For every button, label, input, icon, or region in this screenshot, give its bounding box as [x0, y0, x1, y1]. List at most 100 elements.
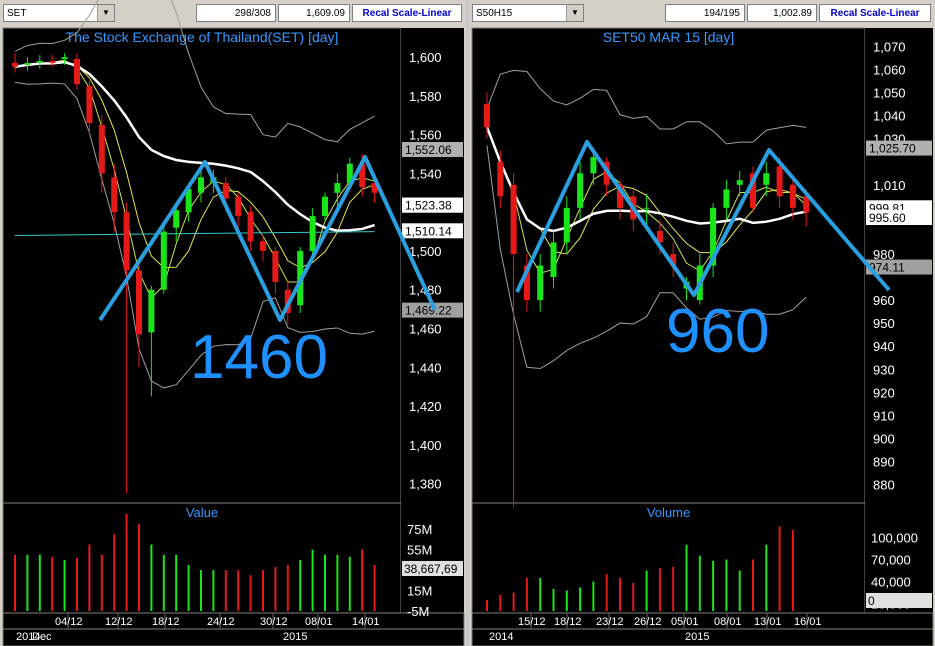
- left-chart-canvas[interactable]: The Stock Exchange of Thailand(SET) [day…: [0, 0, 466, 646]
- left-chart-panel: SET ▼ 298/308 1,609.09 Recal Scale-Linea…: [0, 0, 466, 646]
- sub-tick-label: -5M: [407, 604, 429, 619]
- price-tag-label: 1,523.38: [405, 199, 452, 213]
- candle-body: [136, 270, 142, 335]
- candle-body: [123, 212, 130, 271]
- month-label: 2015: [283, 631, 307, 643]
- candle-body: [235, 196, 242, 217]
- price-tick-label: 1,070: [873, 39, 906, 54]
- candle-body: [198, 177, 204, 193]
- candle-body: [789, 184, 796, 208]
- price-tick-label: 1,600: [409, 50, 442, 65]
- date-tick-label: 13/01: [754, 616, 782, 628]
- price-tick-label: 910: [873, 408, 895, 423]
- candle-body: [322, 196, 328, 217]
- sub-chart-title: Value: [186, 505, 218, 520]
- candle-body: [590, 157, 597, 174]
- candle-body: [160, 231, 167, 290]
- annotation-label: 1460: [190, 323, 328, 392]
- candle-body: [148, 289, 155, 333]
- price-tick-label: 1,060: [873, 63, 906, 78]
- date-tick-label: 05/01: [671, 616, 699, 628]
- price-tick-label: 1,400: [409, 438, 442, 453]
- date-tick-label: 08/01: [305, 616, 333, 628]
- price-tick-label: 1,050: [873, 86, 906, 101]
- date-tick-label: 12/12: [105, 616, 133, 628]
- price-tick-label: 900: [873, 431, 895, 446]
- price-tick-label: 890: [873, 454, 895, 469]
- candle-body: [550, 242, 557, 278]
- candle-body: [74, 59, 80, 85]
- sub-chart-title: Volume: [647, 505, 690, 520]
- candle-body: [510, 184, 517, 254]
- candle-body: [260, 241, 266, 251]
- price-tick-label: 1,580: [409, 89, 442, 104]
- price-tick-label: 920: [873, 385, 895, 400]
- sub-tag-label: 38,667,69: [404, 562, 458, 576]
- date-tick-label: 18/12: [152, 616, 180, 628]
- candle-body: [61, 57, 68, 60]
- date-tick-label: 23/12: [596, 616, 624, 628]
- candle-body: [86, 86, 93, 123]
- candle-body: [577, 173, 584, 208]
- date-tick-label: 18/12: [554, 616, 582, 628]
- chart-title: The Stock Exchange of Thailand(SET) [day…: [66, 29, 339, 45]
- sub-tick-label: 100,000: [871, 530, 918, 545]
- month-axis-area: [2, 628, 465, 646]
- candle-body: [49, 60, 56, 63]
- candle-body: [98, 124, 105, 174]
- candle-body: [334, 183, 341, 193]
- price-tag-label: 1,025.70: [869, 142, 916, 156]
- date-tick-label: 26/12: [634, 616, 662, 628]
- price-tick-label: 1,010: [873, 178, 906, 193]
- month-label: 2015: [685, 631, 709, 643]
- candle-body: [272, 250, 279, 282]
- candle-body: [12, 62, 18, 67]
- candle-body: [643, 207, 650, 209]
- candle-body: [497, 161, 504, 197]
- candle-body: [736, 180, 743, 185]
- candle-body: [563, 207, 570, 243]
- price-tick-label: 1,440: [409, 360, 442, 375]
- price-tag-label: 1,510.14: [405, 224, 452, 238]
- sub-tag-label: 0: [868, 594, 875, 608]
- candle-body: [247, 212, 254, 242]
- price-tick-label: 1,380: [409, 477, 442, 492]
- price-tick-label: 1,040: [873, 109, 906, 124]
- date-tick-label: 24/12: [207, 616, 235, 628]
- price-tick-label: 950: [873, 316, 895, 331]
- price-tick-label: 1,540: [409, 166, 442, 181]
- price-tick-label: 940: [873, 339, 895, 354]
- candle-body: [537, 265, 544, 301]
- candle-body: [36, 60, 43, 63]
- candle-body: [776, 166, 783, 197]
- chart-title: SET50 MAR 15 [day]: [603, 29, 735, 45]
- candle-body: [173, 210, 180, 228]
- sub-tick-label: 55M: [407, 543, 432, 558]
- date-tick-label: 30/12: [260, 616, 288, 628]
- candle-body: [723, 189, 730, 208]
- price-plot-area: [2, 27, 402, 504]
- date-tick-label: 04/12: [55, 616, 83, 628]
- month-label: Dec: [32, 631, 52, 643]
- price-tag-label: 1,469.22: [405, 304, 452, 318]
- candle-body: [484, 104, 490, 128]
- date-tick-label: 08/01: [714, 616, 742, 628]
- price-tag-label: 995.60: [869, 211, 906, 225]
- candle-body: [24, 62, 31, 65]
- sub-tick-label: 70,000: [871, 552, 911, 567]
- right-chart-canvas[interactable]: SET50 MAR 15 [day] 1,070 1,060 1,050 1,040 1,…: [469, 0, 935, 646]
- month-label: 2014: [489, 631, 513, 643]
- sub-tick-label: 15M: [407, 584, 432, 599]
- annotation-label: 960: [666, 297, 769, 366]
- candle-body: [222, 183, 229, 199]
- price-tick-label: 1,420: [409, 399, 442, 414]
- date-tick-label: 14/01: [352, 616, 380, 628]
- sub-tick-label: 40,000: [871, 575, 911, 590]
- price-tick-label: 1,500: [409, 244, 442, 259]
- date-tick-label: 16/01: [794, 616, 822, 628]
- candle-body: [309, 216, 316, 251]
- price-tick-label: 880: [873, 478, 895, 493]
- price-tick-label: 930: [873, 362, 895, 377]
- candle-body: [111, 177, 118, 213]
- price-tick-label: 1,560: [409, 128, 442, 143]
